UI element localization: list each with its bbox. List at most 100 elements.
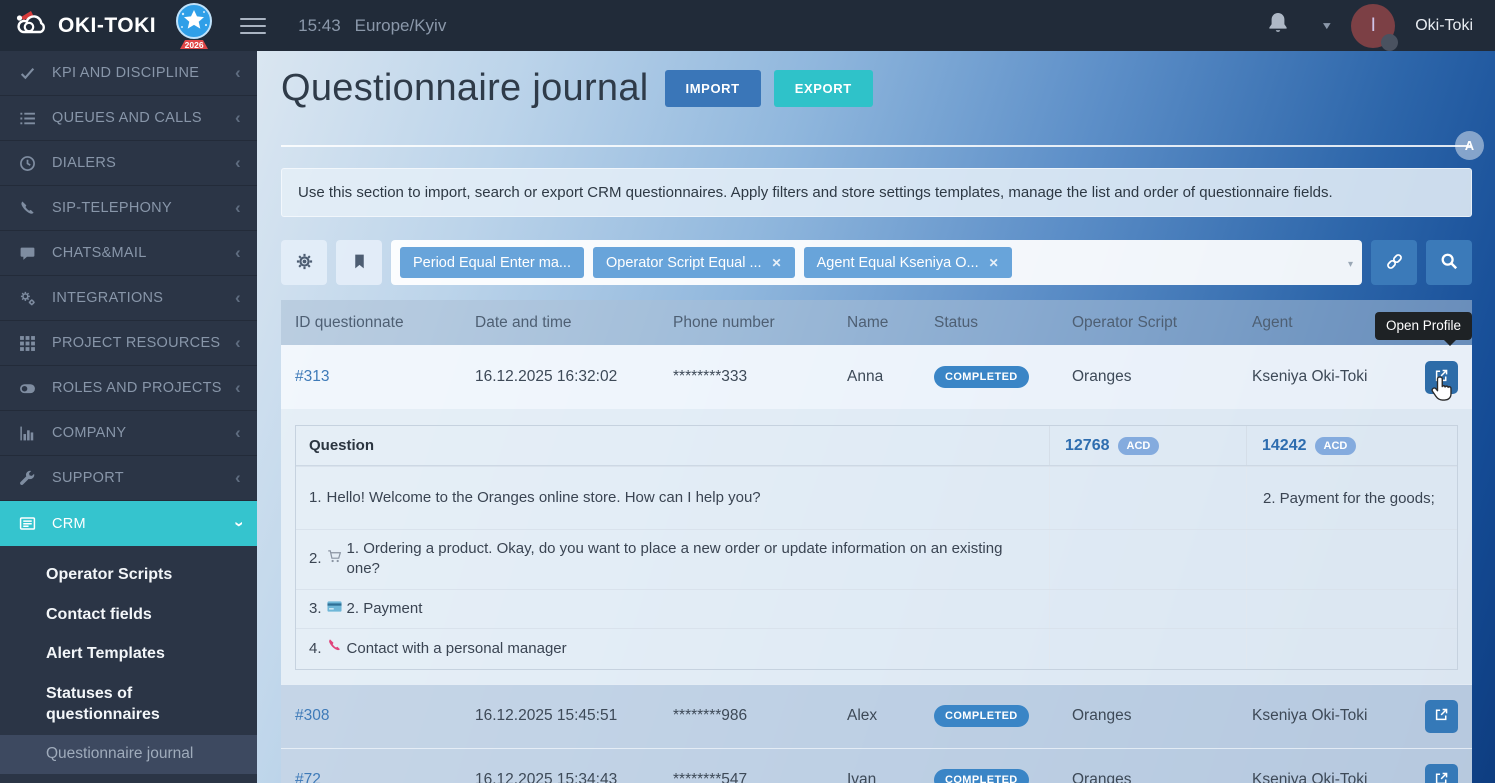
menu-toggle-button[interactable] bbox=[240, 13, 266, 39]
grid-icon bbox=[18, 335, 37, 352]
avatar[interactable]: I bbox=[1351, 4, 1395, 48]
call-id-link[interactable]: 12768 bbox=[1065, 437, 1110, 455]
datetime-cell: 16.12.2025 16:32:02 bbox=[475, 368, 673, 386]
column-header: Status bbox=[934, 314, 1072, 332]
agent-cell: Kseniya Oki-Toki bbox=[1252, 707, 1410, 725]
sidebar-item-support[interactable]: SUPPORT‹ bbox=[0, 456, 257, 501]
collapse-chevron-icon: ‹ bbox=[235, 108, 241, 128]
table-row: #313 16.12.2025 16:32:02 ********333 Ann… bbox=[281, 345, 1472, 409]
script-cell: Oranges bbox=[1072, 368, 1252, 386]
filter-input[interactable]: Period Equal Enter ma... Operator Script… bbox=[391, 240, 1362, 285]
logo[interactable]: OKI-TOKI bbox=[0, 8, 156, 43]
remove-tag-icon[interactable]: ✕ bbox=[772, 256, 782, 270]
user-menu-chevron-icon[interactable]: ▼ bbox=[1320, 20, 1333, 32]
question-text: 2. Payment bbox=[347, 599, 423, 619]
sidebar-item-kpi-and-discipline[interactable]: KPI AND DISCIPLINE‹ bbox=[0, 51, 257, 96]
question-row: 4. Contact with a personal manager bbox=[296, 628, 1457, 669]
external-link-icon bbox=[1434, 707, 1449, 725]
filter-tag-period[interactable]: Period Equal Enter ma... bbox=[400, 247, 584, 278]
bar-chart-icon bbox=[18, 425, 37, 442]
submenu-item-questionnaire-statistics[interactable]: Questionnaire statistics bbox=[0, 774, 257, 783]
column-header: Phone number bbox=[673, 314, 847, 332]
sidebar-item-sip-telephony[interactable]: SIP-TELEPHONY‹ bbox=[0, 186, 257, 231]
shopping-cart-icon bbox=[327, 549, 342, 570]
column-header: Date and time bbox=[475, 314, 673, 332]
username-label: Oki-Toki bbox=[1415, 17, 1473, 35]
detail-header: Question 12768 ACD 14242 ACD bbox=[296, 426, 1457, 466]
avatar-initial: I bbox=[1371, 15, 1376, 37]
clock: 15:43 Europe/Kyiv bbox=[298, 16, 446, 36]
agent-cell: Kseniya Oki-Toki bbox=[1252, 771, 1410, 783]
question-row: 2. 1. Ordering a product. Okay, do you w… bbox=[296, 529, 1457, 589]
submenu-item-operator-scripts[interactable]: Operator Scripts bbox=[0, 555, 257, 595]
bookmark-template-button[interactable] bbox=[336, 240, 382, 285]
datetime-cell: 16.12.2025 15:34:43 bbox=[475, 771, 673, 783]
export-button[interactable]: EXPORT bbox=[774, 70, 873, 107]
sidebar-item-integrations[interactable]: INTEGRATIONS‹ bbox=[0, 276, 257, 321]
sidebar-item-dialers[interactable]: DIALERS‹ bbox=[0, 141, 257, 186]
anchor-badge[interactable]: A bbox=[1455, 131, 1484, 160]
script-cell: Oranges bbox=[1072, 771, 1252, 783]
questionnaire-id-link[interactable]: #72 bbox=[295, 771, 321, 783]
submenu-item-questionnaire-journal[interactable]: Questionnaire journal bbox=[0, 735, 257, 774]
sidebar-item-project-resources[interactable]: PROJECT RESOURCES‹ bbox=[0, 321, 257, 366]
table-header: ID questionnate Date and time Phone numb… bbox=[281, 300, 1472, 345]
filter-dropdown-caret-icon[interactable]: ▾ bbox=[1348, 259, 1353, 270]
new-year-globe-badge: 2026 bbox=[170, 1, 218, 51]
sidebar-item-queues-and-calls[interactable]: QUEUES AND CALLS‹ bbox=[0, 96, 257, 141]
open-profile-button[interactable] bbox=[1425, 361, 1458, 394]
name-cell: Anna bbox=[847, 368, 934, 386]
logo-text: OKI-TOKI bbox=[58, 14, 156, 38]
name-cell: Alex bbox=[847, 707, 934, 725]
script-cell: Oranges bbox=[1072, 707, 1252, 725]
collapse-chevron-icon: ‹ bbox=[235, 468, 241, 488]
crm-icon bbox=[18, 515, 37, 532]
phone-icon bbox=[18, 200, 37, 217]
sidebar-item-chats-mail[interactable]: CHATS&MAIL‹ bbox=[0, 231, 257, 276]
open-profile-button[interactable] bbox=[1425, 764, 1458, 783]
collapse-chevron-icon: ‹ bbox=[235, 153, 241, 173]
search-button[interactable] bbox=[1426, 240, 1472, 285]
questionnaire-table: ID questionnate Date and time Phone numb… bbox=[281, 300, 1472, 783]
phone-cell: ********333 bbox=[673, 368, 847, 386]
status-badge: COMPLETED bbox=[934, 769, 1029, 783]
sidebar-item-roles-and-projects[interactable]: ROLES AND PROJECTS‹ bbox=[0, 366, 257, 411]
remove-tag-icon[interactable]: ✕ bbox=[989, 256, 999, 270]
sidebar-item-crm[interactable]: CRM‹ bbox=[0, 501, 257, 546]
expand-chevron-icon: ‹ bbox=[228, 521, 248, 527]
questionnaire-id-link[interactable]: #308 bbox=[295, 707, 329, 724]
import-button[interactable]: IMPORT bbox=[665, 70, 761, 107]
collapse-chevron-icon: ‹ bbox=[235, 333, 241, 353]
collapse-chevron-icon: ‹ bbox=[235, 423, 241, 443]
collapse-chevron-icon: ‹ bbox=[235, 198, 241, 218]
call-id-link[interactable]: 14242 bbox=[1262, 437, 1307, 455]
submenu-item-contact-fields[interactable]: Contact fields bbox=[0, 595, 257, 635]
bookmark-icon bbox=[351, 253, 368, 273]
column-header: Operator Script bbox=[1072, 314, 1252, 332]
sidebar-item-company[interactable]: COMPANY‹ bbox=[0, 411, 257, 456]
wrench-icon bbox=[18, 470, 37, 487]
external-link-icon bbox=[1434, 368, 1449, 386]
info-panel: Use this section to import, search or ex… bbox=[281, 168, 1472, 217]
collapse-chevron-icon: ‹ bbox=[235, 63, 241, 83]
submenu-item-alert-templates[interactable]: Alert Templates bbox=[0, 634, 257, 674]
logo-cloud-icon bbox=[14, 8, 50, 43]
phone-cell: ********547 bbox=[673, 771, 847, 783]
link-icon bbox=[1385, 252, 1404, 274]
expanded-questionnaire-detail: Question 12768 ACD 14242 ACD 1. Hello! W… bbox=[281, 409, 1472, 684]
notifications-bell-icon[interactable] bbox=[1262, 6, 1294, 45]
acd-badge: ACD bbox=[1118, 437, 1160, 455]
questionnaire-id-link[interactable]: #313 bbox=[295, 368, 329, 385]
filter-tag-agent[interactable]: Agent Equal Kseniya O...✕ bbox=[804, 247, 1012, 278]
table-row: #72 16.12.2025 15:34:43 ********547 Ivan… bbox=[281, 748, 1472, 783]
settings-gear-button[interactable] bbox=[281, 240, 327, 285]
status-badge: COMPLETED bbox=[934, 366, 1029, 388]
time-label: 15:43 bbox=[298, 16, 341, 36]
open-profile-tooltip: Open Profile bbox=[1375, 312, 1472, 340]
external-link-icon bbox=[1434, 771, 1449, 783]
submenu-item-statuses-of-questionnaires[interactable]: Statuses of questionnaires bbox=[0, 674, 210, 735]
filter-tag-operator-script[interactable]: Operator Script Equal ...✕ bbox=[593, 247, 795, 278]
toggle-icon bbox=[18, 380, 37, 397]
copy-link-button[interactable] bbox=[1371, 240, 1417, 285]
open-profile-button[interactable] bbox=[1425, 700, 1458, 733]
